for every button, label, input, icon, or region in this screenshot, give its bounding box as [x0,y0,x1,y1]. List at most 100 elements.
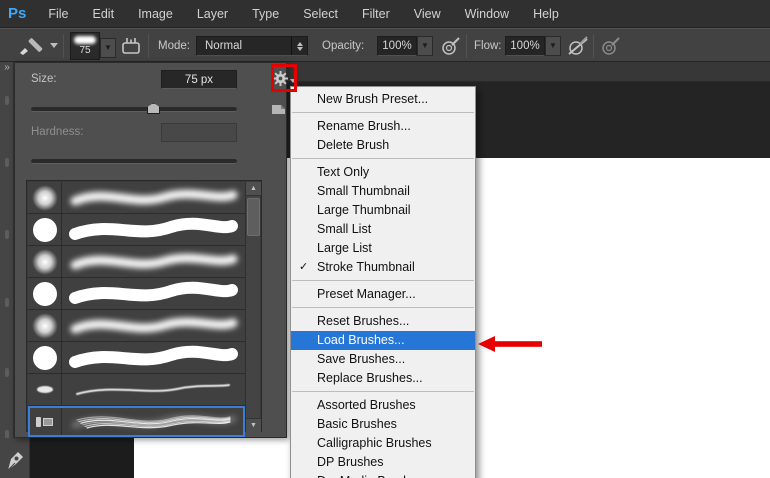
menu-item-small-list[interactable]: Small List [291,220,475,239]
brush-tip-cell [28,278,62,309]
scrollbar-thumb[interactable] [247,198,260,236]
brush-tip-cell [28,310,62,341]
menu-item-dry-media-brushes[interactable]: Dry Media Brushes [291,472,475,478]
menu-item-save-brushes[interactable]: Save Brushes... [291,350,475,369]
tools-collapse-button[interactable]: » [0,62,14,74]
brush-preset-row[interactable] [28,374,245,406]
menu-item-rename-brush[interactable]: Rename Brush... [291,117,475,136]
menu-separator [292,280,474,281]
menu-item-large-thumbnail[interactable]: Large Thumbnail [291,201,475,220]
tool-icon-sliver[interactable] [5,298,9,307]
menu-item-label: Preset Manager... [317,287,416,301]
toggle-brush-panel-icon[interactable] [120,35,142,57]
menu-item-reset-brushes[interactable]: Reset Brushes... [291,312,475,331]
size-label: Size: [31,73,57,85]
tool-preset-caret-icon[interactable] [50,43,58,48]
menu-item-replace-brushes[interactable]: Replace Brushes... [291,369,475,388]
hardness-slider[interactable] [31,159,237,164]
brush-tool-icon[interactable] [16,35,48,57]
opacity-caret[interactable]: ▼ [417,36,433,56]
menu-item-stroke-thumbnail[interactable]: ✓ Stroke Thumbnail [291,258,475,277]
scroll-up-icon[interactable]: ▲ [246,182,261,196]
brush-preset-row[interactable] [28,278,245,310]
menubar-item-select[interactable]: Select [291,0,350,28]
menubar-item-window[interactable]: Window [453,0,521,28]
soft-round-tip-icon [31,184,58,211]
menu-item-label: Stroke Thumbnail [317,260,415,274]
menu-item-basic-brushes[interactable]: Basic Brushes [291,415,475,434]
size-slider[interactable] [31,107,237,112]
options-separator [63,34,64,58]
menu-bar: Ps File Edit Image Layer Type Select Filter Vie… [0,0,770,28]
menu-item-load-brushes[interactable]: Load Brushes... [291,331,475,350]
menu-item-assorted-brushes[interactable]: Assorted Brushes [291,396,475,415]
tools-panel-strip: » [0,62,14,478]
hard-round-tip-icon [32,217,57,242]
menu-item-label: Basic Brushes [317,417,397,431]
brush-stroke-preview [62,406,245,437]
checkmark-icon: ✓ [299,261,309,273]
menubar-item-help[interactable]: Help [521,0,571,28]
pressure-size-icon[interactable] [600,35,622,57]
tool-icon-sliver[interactable] [5,368,9,377]
size-input[interactable]: 75 px [161,70,237,89]
menu-item-label: Small Thumbnail [317,184,410,198]
menu-item-label: Assorted Brushes [317,398,416,412]
brush-preset-row[interactable] [28,342,245,374]
hardness-input[interactable] [161,123,237,142]
brush-list-scrollbar[interactable]: ▲ ▼ [245,182,261,432]
brush-preset-row[interactable] [28,182,245,214]
brush-stroke-preview [62,310,245,341]
menu-item-dp-brushes[interactable]: DP Brushes [291,453,475,472]
menu-item-label: DP Brushes [317,455,384,469]
brush-stroke-preview [62,342,245,373]
brush-preset-row[interactable] [28,214,245,246]
menu-item-text-only[interactable]: Text Only [291,163,475,182]
menu-item-label: Dry Media Brushes [317,474,423,478]
menu-item-new-brush-preset[interactable]: New Brush Preset... [291,90,475,109]
tool-icon-sliver[interactable] [5,158,9,167]
tool-icon-sliver[interactable] [5,96,9,105]
mode-select[interactable]: Normal [196,36,308,56]
menu-item-preset-manager[interactable]: Preset Manager... [291,285,475,304]
menubar-item-view[interactable]: View [402,0,453,28]
flow-caret[interactable]: ▼ [545,36,561,56]
menu-separator [292,307,474,308]
brush-stroke-preview [62,278,245,309]
brush-preset-picker-button[interactable]: 75 [70,32,100,60]
opacity-input[interactable]: 100% [377,36,417,56]
menubar-item-edit[interactable]: Edit [81,0,127,28]
tool-icon-sliver[interactable] [5,230,9,239]
brush-preset-picker-caret[interactable]: ▼ [100,38,116,58]
hard-round-tip-icon [32,345,57,370]
soft-round-tip-icon [31,248,58,275]
pen-tool-icon[interactable] [4,446,28,474]
gear-icon [273,70,288,86]
brush-preset-row-selected[interactable] [28,406,245,437]
scroll-down-icon[interactable]: ▼ [246,418,261,432]
menubar-item-filter[interactable]: Filter [350,0,402,28]
document-tab-bar [287,62,770,82]
menubar-item-type[interactable]: Type [240,0,291,28]
menubar-item-image[interactable]: Image [126,0,185,28]
brush-preset-row[interactable] [28,246,245,278]
flow-input[interactable]: 100% [505,36,545,56]
menu-item-small-thumbnail[interactable]: Small Thumbnail [291,182,475,201]
menu-item-label: Calligraphic Brushes [317,436,432,450]
brush-size-value: 75 [79,45,91,56]
airbrush-icon[interactable] [566,35,590,57]
brush-preset-picker-panel: Size: 75 px Hardness: ▲ ▼ [14,62,296,438]
menu-item-calligraphic-brushes[interactable]: Calligraphic Brushes [291,434,475,453]
menu-item-label: Replace Brushes... [317,371,423,385]
menubar-item-layer[interactable]: Layer [185,0,240,28]
menu-item-large-list[interactable]: Large List [291,239,475,258]
menu-item-delete-brush[interactable]: Delete Brush [291,136,475,155]
size-slider-thumb[interactable] [147,103,160,114]
mode-value: Normal [205,40,243,52]
create-new-brush-icon[interactable] [271,101,286,115]
brush-preset-row[interactable] [28,310,245,342]
options-bar: 75 ▼ Mode: Normal Opacity: 100% ▼ Flow: … [0,28,770,62]
menubar-item-file[interactable]: File [36,0,80,28]
menu-item-label: Save Brushes... [317,352,406,366]
pressure-opacity-icon[interactable] [440,35,462,57]
